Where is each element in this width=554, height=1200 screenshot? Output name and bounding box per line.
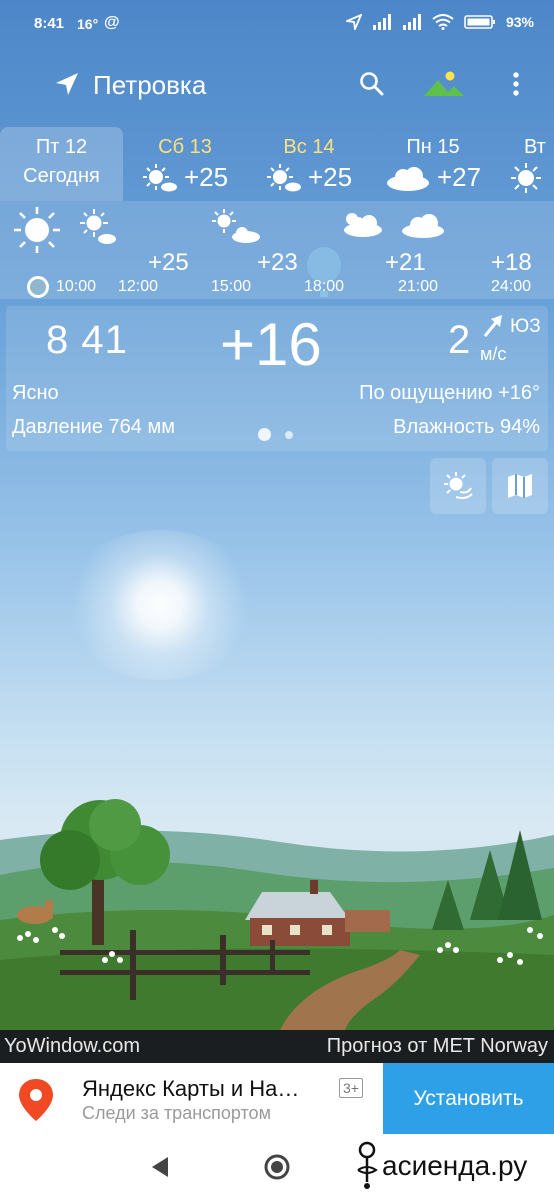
hourly-temp: +21 [385, 249, 426, 276]
signal-icon [402, 14, 421, 30]
ad-subtitle: Следи за транспортом [82, 1103, 271, 1123]
wind-unit: м/с [480, 344, 507, 364]
location-arrow-icon [345, 14, 362, 30]
status-time: 8:41 [34, 15, 65, 32]
cloud-icon [402, 214, 444, 238]
battery-icon [464, 15, 495, 29]
sun-icon [511, 163, 541, 193]
ad-age-rating: 3+ [339, 1078, 363, 1098]
pressure: Давление 764 мм [12, 416, 175, 438]
day-name: Вс 14 [283, 136, 335, 158]
current-time-marker-icon [27, 276, 49, 298]
sun-cloud-icon [212, 209, 260, 243]
watermark-text: асиенда.ру [382, 1150, 528, 1181]
ad-banner[interactable]: Яндекс Карты и На… 3+ Следи за транспорт… [0, 1063, 554, 1134]
hourly-time: 24:00 [491, 278, 532, 295]
location-arrow-icon[interactable] [54, 71, 80, 97]
hourly-temp: +18 [491, 249, 532, 276]
sun-glow [60, 530, 260, 680]
hourly-forecast: +25 +23 +21 +18 10:00 12:00 15:00 18:00 … [0, 201, 554, 299]
wind-direction-arrow-icon [483, 315, 502, 337]
hourly-temp: +23 [257, 249, 298, 276]
page-dot-active [258, 428, 271, 441]
sun-icon [14, 207, 60, 253]
hourly-time: 18:00 [304, 278, 345, 295]
system-nav-bar: асиенда.ру [0, 1134, 554, 1200]
sun-cloud-icon [344, 213, 382, 237]
hourly-temp: +25 [148, 249, 189, 276]
cloud-icon [386, 166, 429, 191]
hourly-time: 10:00 [56, 278, 97, 295]
current-weather-panel[interactable]: 8 41 +16 2 ЮЗ м/с Ясно По ощущению +16° … [6, 306, 548, 451]
page-indicator [258, 428, 293, 441]
watermark-logo-icon [357, 1141, 378, 1189]
day-name: Сб 13 [158, 136, 212, 158]
feels-like: По ощущению +16° [359, 382, 540, 404]
wind-speed: 2 [448, 318, 471, 362]
map-pin-icon [19, 1079, 53, 1121]
install-button[interactable]: Установить [383, 1063, 554, 1134]
city-name[interactable]: Петровка [93, 70, 206, 101]
day-name: Пн 15 [406, 136, 460, 158]
day-name: Пт 12 [35, 136, 88, 158]
day-name: Вт [524, 136, 546, 158]
sun-cloud-icon [266, 163, 301, 191]
day-temp: +27 [436, 162, 482, 192]
map-button[interactable] [492, 458, 548, 514]
hourly-time: 12:00 [118, 278, 159, 295]
day-tab-today[interactable]: Пт 12 Сегодня [0, 127, 123, 201]
status-at-symbol: @ [104, 14, 120, 31]
daily-forecast-strip: Пт 12 Сегодня Сб 13 +25 Вс 14 +25 Пн 15 … [0, 127, 554, 201]
sun-cloud-icon [80, 209, 116, 244]
wifi-icon [432, 14, 454, 30]
day-tab[interactable]: Пн 15 +27 [378, 127, 488, 201]
status-bar: 8:41 16° @ 93% [0, 0, 554, 50]
weather-condition: Ясно [12, 382, 59, 404]
current-clock: 8 41 [46, 318, 128, 362]
sun-wind-icon [444, 472, 473, 499]
day-tab[interactable]: Вт [500, 127, 554, 201]
ad-title: Яндекс Карты и На… [82, 1076, 300, 1101]
forecast-source-link[interactable]: Прогноз от MET Norway [327, 1035, 548, 1058]
app-header: Петровка [0, 58, 554, 112]
hourly-time: 21:00 [398, 278, 439, 295]
day-tab[interactable]: Сб 13 +25 [130, 127, 240, 201]
wind-direction: ЮЗ [510, 316, 541, 337]
day-temp: +25 [307, 162, 353, 192]
humidity: Влажность 94% [393, 416, 540, 438]
hourly-time: 15:00 [211, 278, 252, 295]
day-subtitle: Сегодня [23, 165, 100, 187]
landscape-icon[interactable] [422, 70, 466, 98]
brand-link[interactable]: YoWindow.com [4, 1035, 140, 1058]
signal-icon [372, 14, 391, 30]
day-temp: +25 [183, 162, 229, 192]
sun-cloud-icon [142, 163, 177, 191]
status-temp: 16° [77, 16, 99, 32]
menu-dots-icon[interactable] [508, 70, 524, 100]
home-icon[interactable] [263, 1153, 291, 1181]
back-icon[interactable] [150, 1156, 170, 1178]
landscape-illustration [0, 799, 554, 1030]
day-tab[interactable]: Вс 14 +25 [254, 127, 364, 201]
battery-percentage: 93% [505, 14, 534, 30]
map-icon [508, 474, 532, 498]
app-footer: YoWindow.com Прогноз от MET Norway [0, 1030, 554, 1063]
search-icon[interactable] [358, 70, 386, 98]
weather-effects-button[interactable] [430, 458, 486, 514]
page-dot [285, 430, 293, 439]
current-temperature: +16 [220, 311, 322, 378]
